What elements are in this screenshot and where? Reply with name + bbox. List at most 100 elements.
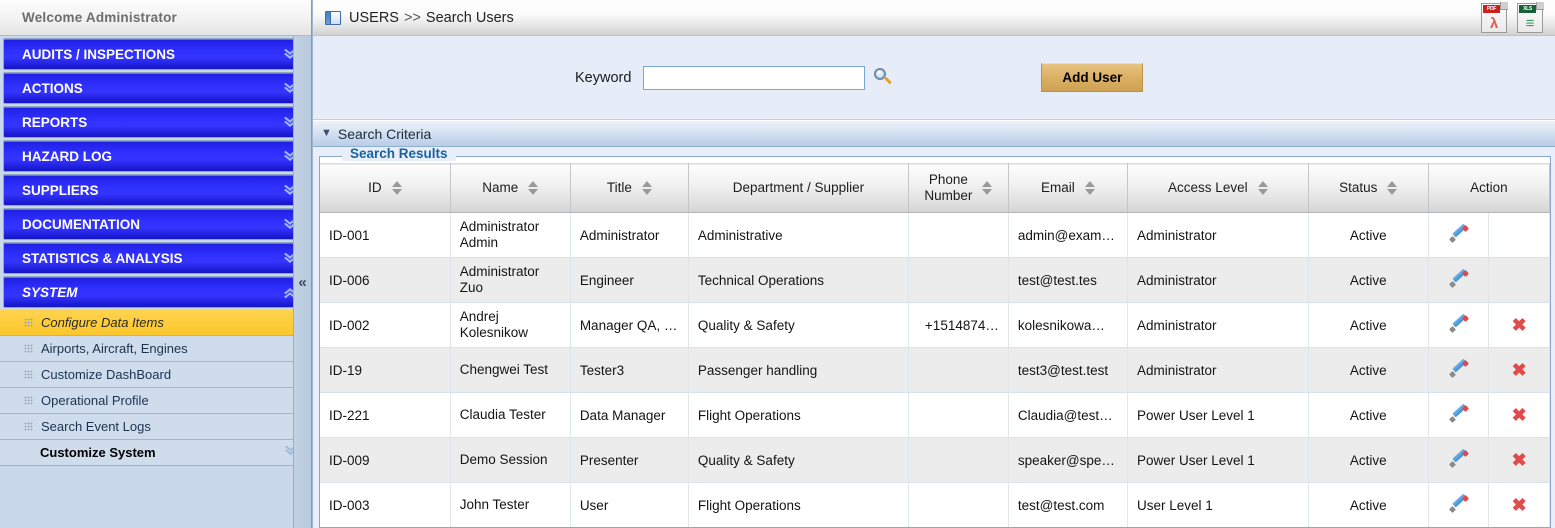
table-row[interactable]: ID-221 Claudia Tester Data Manager Flight O… — [320, 392, 1550, 438]
column-header-phone-number[interactable]: Phone Number — [908, 163, 1009, 213]
cell-action-delete: ✖ — [1488, 437, 1550, 483]
cell-id: ID-001 — [320, 212, 451, 258]
sort-toggle-icon[interactable] — [528, 180, 539, 195]
column-header-name[interactable]: Name — [450, 163, 571, 213]
pencil-icon[interactable] — [1448, 403, 1469, 423]
delete-x-icon[interactable]: ✖ — [1512, 496, 1527, 514]
sort-toggle-icon[interactable] — [982, 181, 993, 195]
column-header-title[interactable]: Title — [570, 163, 689, 213]
sort-toggle-icon[interactable] — [641, 180, 652, 195]
pencil-icon[interactable] — [1448, 268, 1469, 288]
sort-toggle-icon[interactable] — [1387, 180, 1398, 195]
cell-name: Demo Session — [450, 437, 571, 483]
column-header-access-level[interactable]: Access Level — [1127, 163, 1309, 213]
cell-phone-number — [908, 257, 1009, 303]
pdf-tag-label: PDF — [1483, 5, 1500, 13]
keyword-input[interactable] — [643, 65, 866, 90]
results-fieldset: Search Results ID Name Title Department / S… — [319, 147, 1551, 528]
delete-x-icon[interactable]: ✖ — [1512, 316, 1527, 334]
sidebar-nav-statistics-analysis[interactable]: STATISTICS & ANALYSIS — [3, 242, 307, 274]
sidebar-nav-label: ACTIONS — [22, 80, 83, 96]
cell-name: Claudia Tester — [450, 392, 571, 438]
users-table: ID Name Title Department / Supplier Phone Num… — [320, 163, 1550, 527]
grip-dots-icon — [24, 370, 33, 379]
sidebar-nav-actions[interactable]: ACTIONS — [3, 72, 307, 104]
table-row[interactable]: ID-002 Andrej Kolesnikow Manager QA, … Qual… — [320, 302, 1550, 348]
column-header-id[interactable]: ID — [320, 163, 451, 213]
sidebar-nav-label: DOCUMENTATION — [22, 216, 140, 232]
sidebar-nav-system[interactable]: SYSTEM — [3, 276, 307, 308]
column-header-email[interactable]: Email — [1008, 163, 1128, 213]
table-row[interactable]: ID-19 Chengwei Test Tester3 Passenger handl… — [320, 347, 1550, 393]
sidebar-item-label: Customize DashBoard — [41, 367, 172, 382]
column-header-label: Department / Supplier — [732, 180, 865, 196]
sort-toggle-icon[interactable] — [391, 180, 402, 195]
cell-title: Tester3 — [570, 347, 689, 393]
cell-status: Active — [1308, 302, 1429, 348]
pencil-icon[interactable] — [1448, 448, 1469, 468]
pencil-icon[interactable] — [1448, 223, 1469, 243]
export-xls-icon[interactable]: XLS ≡ — [1517, 2, 1544, 33]
cell-name: Andrej Kolesnikow — [450, 302, 571, 348]
xls-tag-label: XLS — [1519, 5, 1536, 13]
cell-access-level: User Level 1 — [1127, 482, 1309, 527]
cell-phone-number: +1514874… — [908, 302, 1009, 348]
results-table-scroll[interactable]: ID Name Title Department / Supplier Phone Num… — [320, 163, 1550, 527]
export-pdf-icon[interactable]: PDF λ — [1481, 2, 1508, 33]
sidebar-item-label: Configure Data Items — [41, 315, 164, 330]
sidebar-item-label: Airports, Aircraft, Engines — [41, 341, 188, 356]
application-window: Welcome Administrator AUDITS / INSPECTIO… — [0, 0, 1555, 528]
column-header-label: ID — [368, 180, 382, 196]
sort-toggle-icon[interactable] — [1084, 180, 1095, 195]
sidebar-nav-hazard-log[interactable]: HAZARD LOG — [3, 140, 307, 172]
table-row[interactable]: ID-009 Demo Session Presenter Quality & Saf… — [320, 437, 1550, 483]
breadcrumb-root[interactable]: USERS — [349, 10, 399, 26]
cell-action-edit — [1428, 392, 1490, 438]
cell-action-delete — [1488, 257, 1550, 303]
delete-x-icon[interactable]: ✖ — [1512, 406, 1527, 424]
export-icon-group: PDF λ XLS ≡ — [1481, 2, 1544, 33]
sidebar-item-customize-dashboard[interactable]: Customize DashBoard — [0, 362, 311, 388]
magnifier-icon[interactable] — [873, 67, 893, 88]
cell-phone-number — [908, 437, 1009, 483]
cell-email: test3@test.test — [1008, 347, 1128, 393]
cell-email: test@test.com — [1008, 482, 1128, 527]
delete-x-icon[interactable]: ✖ — [1512, 361, 1527, 379]
delete-x-icon[interactable]: ✖ — [1512, 451, 1527, 469]
keyword-label: Keyword — [575, 69, 632, 86]
add-user-button[interactable]: Add User — [1041, 63, 1144, 92]
cell-action-edit — [1428, 302, 1490, 348]
cell-action-delete: ✖ — [1488, 392, 1550, 438]
sidebar-nav-documentation[interactable]: DOCUMENTATION — [3, 208, 307, 240]
sort-toggle-icon[interactable] — [1257, 180, 1268, 195]
sidebar-item-configure-data-items[interactable]: Configure Data Items — [0, 310, 311, 336]
sidebar-item-customize-system[interactable]: Customize System — [0, 440, 311, 466]
sidebar-item-operational-profile[interactable]: Operational Profile — [0, 388, 311, 414]
cell-name: Administrator Admin — [450, 212, 571, 258]
sidebar-item-search-event-logs[interactable]: Search Event Logs — [0, 414, 311, 440]
column-header-label: Status — [1339, 180, 1378, 196]
cell-action-delete: ✖ — [1488, 302, 1550, 348]
column-header-status[interactable]: Status — [1308, 163, 1429, 213]
table-header-row: ID Name Title Department / Supplier Phone Num… — [320, 163, 1550, 213]
search-criteria-toggle[interactable]: ▼ Search Criteria — [313, 120, 1555, 147]
table-row[interactable]: ID-003 John Tester User Flight Operations te… — [320, 482, 1550, 527]
cell-name: Administrator Zuo — [450, 257, 571, 303]
column-header-label: Email — [1041, 180, 1075, 196]
sidebar-nav-suppliers[interactable]: SUPPLIERS — [3, 174, 307, 206]
sidebar-nav-audits-inspections[interactable]: AUDITS / INSPECTIONS — [3, 38, 307, 70]
sidebar-nav-label: REPORTS — [22, 114, 88, 130]
cell-department: Flight Operations — [688, 482, 909, 527]
cell-department: Technical Operations — [688, 257, 909, 303]
cell-name: Chengwei Test — [450, 347, 571, 393]
table-row[interactable]: ID-006 Administrator Zuo Engineer Technical… — [320, 257, 1550, 303]
sidebar-collapse-button[interactable]: « — [293, 36, 311, 528]
pencil-icon[interactable] — [1448, 313, 1469, 333]
table-row[interactable]: ID-001 Administrator Admin Administrator Ad… — [320, 212, 1550, 258]
breadcrumb-separator: >> — [403, 9, 421, 26]
pencil-icon[interactable] — [1448, 493, 1469, 513]
sidebar-item-airports-aircraft-engines[interactable]: Airports, Aircraft, Engines — [0, 336, 311, 362]
cell-access-level: Power User Level 1 — [1127, 437, 1309, 483]
sidebar-nav-reports[interactable]: REPORTS — [3, 106, 307, 138]
pencil-icon[interactable] — [1448, 358, 1469, 378]
